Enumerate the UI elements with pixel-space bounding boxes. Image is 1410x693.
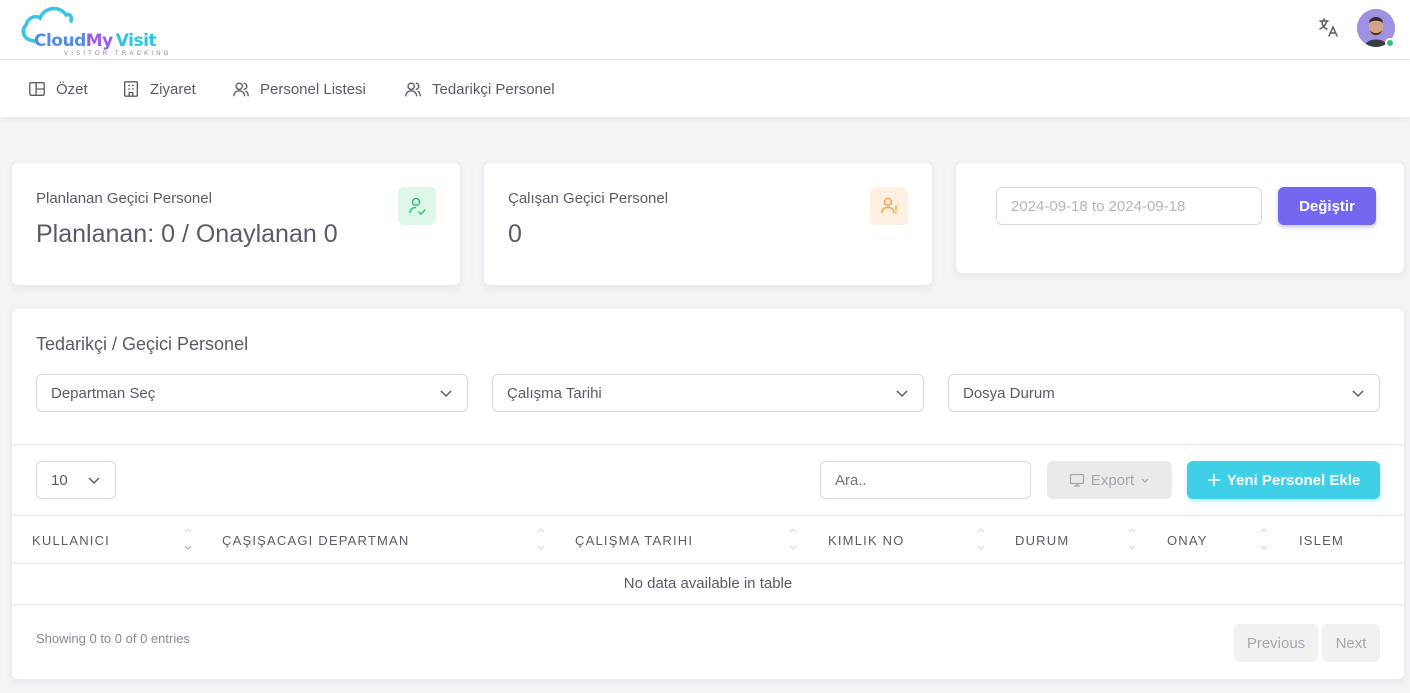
department-select[interactable]: Departman Seç bbox=[36, 374, 468, 412]
date-range-input[interactable] bbox=[996, 187, 1262, 225]
users-icon bbox=[233, 82, 249, 97]
online-status-dot bbox=[1385, 38, 1395, 48]
table-header: KULLANICI ÇAŞIŞACAGI DEPARTMAN ÇALIŞMA T… bbox=[12, 515, 1404, 564]
column-header-kimlik-no[interactable]: KIMLIK NO bbox=[828, 533, 905, 548]
column-header-kullanici[interactable]: KULLANICI bbox=[32, 533, 110, 548]
stat-icon-box bbox=[398, 187, 436, 225]
chevron-down-icon bbox=[440, 390, 452, 398]
sort-icon[interactable] bbox=[182, 524, 194, 556]
column-header-onay[interactable]: ONAY bbox=[1167, 533, 1208, 548]
nav-item-ozet[interactable]: Özet bbox=[28, 78, 88, 100]
top-bar: CloudMy Visit VISITOR TRACKING bbox=[0, 0, 1410, 60]
user-exclamation-icon bbox=[881, 197, 897, 214]
column-header-calisma-tarihi[interactable]: ÇALIŞMA TARIHI bbox=[575, 533, 693, 548]
change-date-button[interactable]: Değiştir bbox=[1278, 187, 1376, 225]
search-input[interactable] bbox=[820, 461, 1031, 499]
nav-item-personel-listesi[interactable]: Personel Listesi bbox=[232, 78, 366, 100]
chevron-down-icon bbox=[1141, 478, 1149, 483]
select-label: Departman Seç bbox=[51, 384, 156, 402]
brand-name-part3: Visit bbox=[115, 31, 157, 51]
stat-value: Planlanan: 0 / Onaylanan 0 bbox=[36, 220, 338, 248]
nav-item-label: Personel Listesi bbox=[260, 80, 366, 98]
select-label: Çalışma Tarihi bbox=[507, 384, 602, 402]
brand-name: CloudMy Visit bbox=[34, 31, 157, 51]
column-header-durum[interactable]: DURUM bbox=[1015, 533, 1069, 548]
chevron-down-icon bbox=[88, 477, 100, 485]
select-label: Dosya Durum bbox=[963, 384, 1055, 402]
sort-icon[interactable] bbox=[1126, 524, 1138, 556]
nav-item-label: Tedarikçi Personel bbox=[432, 80, 555, 98]
add-label: Yeni Personel Ekle bbox=[1226, 471, 1361, 489]
page-length-select[interactable]: 10 bbox=[36, 461, 116, 499]
file-status-select[interactable]: Dosya Durum bbox=[948, 374, 1380, 412]
nav-item-label: Özet bbox=[56, 80, 88, 98]
users-icon bbox=[405, 82, 421, 97]
logo[interactable]: CloudMy Visit VISITOR TRACKING bbox=[14, 3, 174, 59]
monitor-icon bbox=[1069, 473, 1084, 487]
user-check-icon bbox=[409, 197, 426, 216]
export-button[interactable]: Export bbox=[1047, 461, 1172, 499]
section-title: Tedarikçi / Geçici Personel bbox=[36, 334, 249, 354]
divider bbox=[12, 444, 1404, 445]
main-nav: Özet Ziyaret Personel Listesi Tedarikçi … bbox=[0, 60, 1410, 117]
sort-icon[interactable] bbox=[787, 524, 799, 556]
column-header-islem: ISLEM bbox=[1299, 533, 1345, 548]
plus-icon bbox=[1207, 474, 1220, 486]
table-info: Showing 0 to 0 of 0 entries bbox=[36, 631, 190, 646]
work-date-select[interactable]: Çalışma Tarihi bbox=[492, 374, 924, 412]
brand-name-part2: My bbox=[85, 31, 114, 51]
add-personnel-button[interactable]: Yeni Personel Ekle bbox=[1187, 461, 1380, 499]
brand-tagline: VISITOR TRACKING bbox=[64, 51, 172, 57]
translate-icon[interactable] bbox=[1316, 16, 1340, 40]
stat-icon-box bbox=[870, 187, 908, 225]
chevron-down-icon bbox=[1352, 390, 1364, 398]
stat-label: Planlanan Geçici Personel bbox=[36, 190, 212, 207]
previous-page-button[interactable]: Previous bbox=[1234, 624, 1318, 662]
sort-icon[interactable] bbox=[535, 524, 547, 556]
building-icon bbox=[124, 81, 138, 97]
page-length-value: 10 bbox=[51, 471, 68, 489]
stat-value: 0 bbox=[508, 220, 522, 248]
nav-item-label: Ziyaret bbox=[150, 80, 196, 98]
nav-item-tedarikci-personel[interactable]: Tedarikçi Personel bbox=[404, 78, 555, 100]
table-card: Tedarikçi / Geçici Personel Departman Se… bbox=[12, 309, 1404, 679]
stat-label: Çalışan Geçici Personel bbox=[508, 190, 669, 207]
export-label: Export bbox=[1090, 471, 1135, 489]
column-header-departman[interactable]: ÇAŞIŞACAGI DEPARTMAN bbox=[222, 533, 410, 548]
sort-icon[interactable] bbox=[975, 524, 987, 556]
date-filter-card: Değiştir bbox=[956, 163, 1404, 273]
nav-item-ziyaret[interactable]: Ziyaret bbox=[122, 78, 196, 100]
stat-card-planned: Planlanan Geçici Personel Planlanan: 0 /… bbox=[12, 163, 460, 285]
sort-icon[interactable] bbox=[1258, 524, 1270, 556]
chevron-down-icon bbox=[896, 390, 908, 398]
stat-card-working: Çalışan Geçici Personel 0 bbox=[484, 163, 932, 285]
layout-icon bbox=[29, 82, 45, 96]
brand-name-part1: Cloud bbox=[34, 31, 86, 51]
next-page-button[interactable]: Next bbox=[1322, 624, 1380, 662]
empty-table-message: No data available in table bbox=[12, 564, 1404, 605]
